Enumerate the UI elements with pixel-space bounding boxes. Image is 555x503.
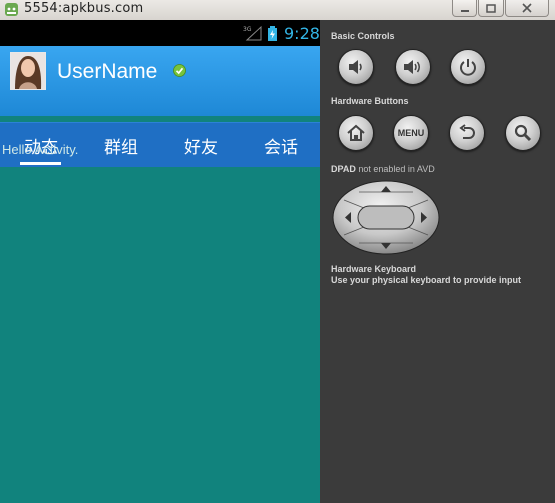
avatar[interactable] <box>10 52 46 90</box>
volume-down-icon <box>349 60 362 74</box>
dpad-title-label: DPAD <box>331 164 356 174</box>
device-screen: 3G 9:28 UserName 动态 群组 好友 会话 Hello Activ… <box>0 20 320 503</box>
dpad-control[interactable] <box>332 180 440 255</box>
minimize-icon <box>460 10 469 12</box>
tab-friends[interactable]: 好友 <box>171 133 231 158</box>
search-button[interactable] <box>505 115 541 151</box>
search-icon <box>514 124 532 142</box>
window-title: 5554:apkbus.com <box>24 1 144 16</box>
menu-button[interactable]: MENU <box>393 115 429 151</box>
dpad-note: not enabled in AVD <box>358 164 435 174</box>
minimize-button[interactable] <box>452 0 477 17</box>
android-app-icon <box>5 3 18 16</box>
close-icon <box>522 3 532 13</box>
network-type-label: 3G <box>243 26 252 33</box>
maximize-button[interactable] <box>478 0 504 17</box>
emulator-controls-panel: Basic Controls Hardware Buttons MENU DPA… <box>320 20 555 503</box>
back-button[interactable] <box>449 115 485 151</box>
home-button[interactable] <box>338 115 374 151</box>
tab-groups[interactable]: 群组 <box>91 133 151 158</box>
clock: 9:28 <box>284 24 320 43</box>
maximize-icon <box>486 3 496 13</box>
power-icon <box>460 59 476 76</box>
menu-button-label: MENU <box>397 128 425 138</box>
volume-up-button[interactable] <box>395 49 431 85</box>
close-button[interactable] <box>505 0 549 17</box>
volume-up-icon <box>404 60 420 74</box>
verified-check-icon <box>173 64 186 77</box>
signal-icon: 3G <box>243 25 262 41</box>
hardware-buttons-title: Hardware Buttons <box>331 96 409 106</box>
basic-controls-title: Basic Controls <box>331 31 395 41</box>
dpad-title: DPAD not enabled in AVD <box>331 164 435 174</box>
keyboard-title: Hardware Keyboard <box>331 264 417 274</box>
status-bar: 3G 9:28 <box>0 20 320 46</box>
keyboard-note: Use your physical keyboard to provide in… <box>331 275 522 285</box>
volume-down-button[interactable] <box>338 49 374 85</box>
back-icon <box>459 124 475 139</box>
battery-icon <box>268 26 277 41</box>
selected-tab-indicator <box>20 162 61 165</box>
tab-chats[interactable]: 会话 <box>251 133 311 158</box>
hello-text: Hello Activity. <box>2 142 79 157</box>
avatar-portrait-icon <box>11 53 45 89</box>
action-bar: UserName 动态 群组 好友 会话 <box>0 46 320 167</box>
power-button[interactable] <box>450 49 486 85</box>
username: UserName <box>57 60 158 83</box>
window-titlebar: 5554:apkbus.com <box>0 0 555 21</box>
home-icon <box>347 124 365 141</box>
